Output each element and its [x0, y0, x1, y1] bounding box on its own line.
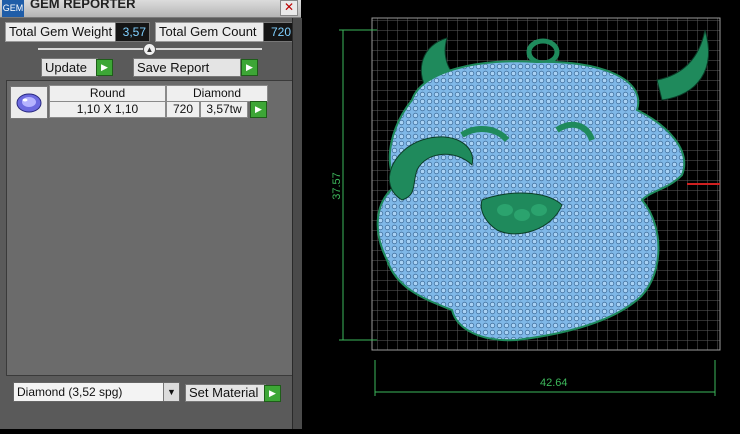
collapse-toggle-icon[interactable]: ▲ [143, 43, 156, 56]
save-report-button[interactable]: Save Report [133, 58, 241, 77]
width-dimension-label: 42.64 [540, 377, 568, 389]
table-cell-size: 1,10 X 1,10 [49, 101, 166, 118]
set-material-button[interactable]: Set Material [185, 384, 266, 402]
table-cell-count: 720 [166, 101, 200, 118]
save-report-go-icon[interactable]: ▶ [241, 59, 258, 76]
update-go-icon[interactable]: ▶ [96, 59, 113, 76]
tooth [497, 204, 513, 216]
material-select-value: Diamond (3,52 spg) [17, 385, 123, 399]
panel-scrollbar[interactable] [292, 18, 302, 429]
total-gem-count-label: Total Gem Count [155, 22, 265, 42]
material-select[interactable]: Diamond (3,52 spg) ▼ [13, 382, 180, 402]
table-header-stone: Diamond [166, 85, 268, 102]
gem-reporter-panel: GEM GEM REPORTER ✕ Total Gem Weight 3,57… [0, 0, 302, 429]
dropdown-arrow-icon[interactable]: ▼ [163, 383, 179, 401]
panel-title: GEM REPORTER [30, 0, 136, 11]
total-gem-weight-label: Total Gem Weight [5, 22, 117, 42]
set-material-go-icon[interactable]: ▶ [264, 385, 281, 402]
row-go-icon[interactable]: ▶ [250, 101, 267, 118]
close-button[interactable]: ✕ [280, 0, 298, 16]
table-cell-weight: 3,57tw [200, 101, 248, 118]
update-button[interactable]: Update [41, 58, 98, 77]
gem-table [6, 80, 294, 376]
gem-reporter-app-icon: GEM [2, 0, 24, 17]
3d-viewport[interactable]: 42.64 37.57 [307, 0, 740, 429]
height-dimension-label: 37.57 [330, 172, 343, 200]
title-bar: GEM GEM REPORTER ✕ [0, 0, 301, 18]
table-header-cut: Round [49, 85, 166, 102]
viewport-canvas [339, 17, 721, 396]
tooth [531, 204, 547, 216]
round-gem-icon [10, 86, 48, 119]
total-gem-count-value: 720 [263, 22, 295, 42]
tooth [514, 209, 530, 221]
total-gem-weight-value: 3,57 [115, 22, 150, 42]
